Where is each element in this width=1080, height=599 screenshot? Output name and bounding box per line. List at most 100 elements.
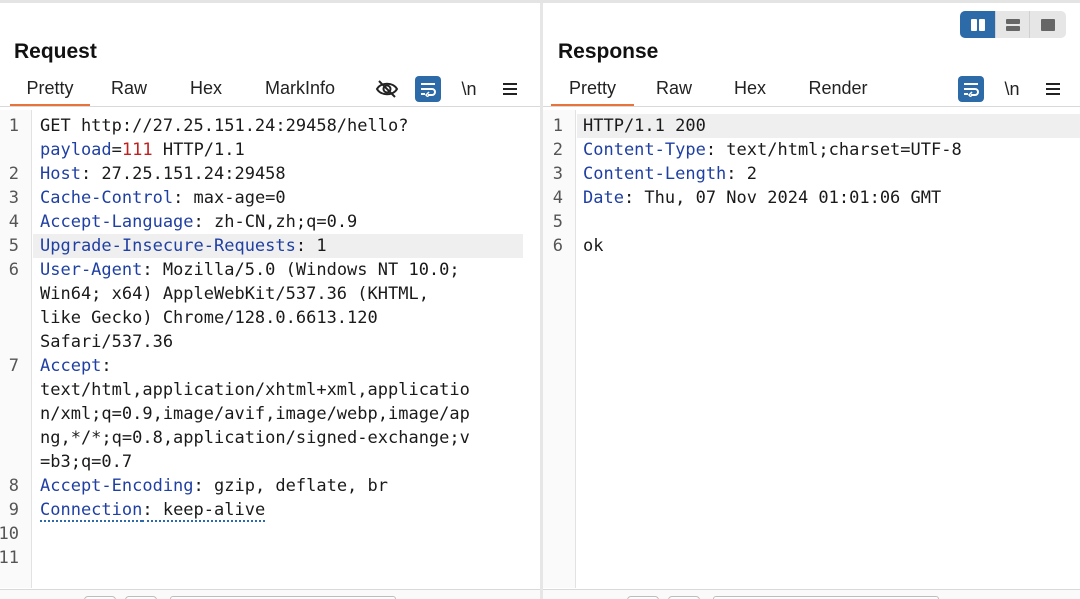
code-token: text/html,application/xhtml+xml,applicat… [40,380,470,400]
response-search-bar [543,590,1080,599]
request-tab-hex[interactable]: Hex [180,73,232,107]
request-code-line: text/html,application/xhtml+xml,applicat… [40,378,470,402]
code-token: : gzip, deflate, br [193,476,388,496]
code-token: Win64; x64) AppleWebKit/537.36 (KHTML, [40,284,429,304]
request-tab-divider [0,106,540,107]
code-token: Accept [40,356,102,376]
request-code[interactable]: GET http://27.25.151.24:29458/hello? payl… [40,114,470,570]
code-token: Content-Length [583,164,727,184]
request-line-number: 1 [8,116,19,136]
request-tab-markinfo[interactable]: MarkInfo [256,73,344,107]
request-code-line: =b3;q=0.7 [40,450,470,474]
response-code[interactable]: HTTP/1.1 200 Content-Type: text/html;char… [583,114,962,258]
request-line-number: 4 [8,212,19,232]
request-line-number: 8 [8,476,19,496]
request-code-line [40,522,470,546]
word-wrap-icon [421,83,436,97]
request-line-number: 6 [8,260,19,280]
code-token: User-Agent [40,260,143,280]
response-tab-pretty[interactable]: Pretty [551,73,634,107]
response-tab-divider [543,106,1080,107]
code-token: : max-age=0 [173,188,286,208]
response-tab-raw[interactable]: Raw [647,73,701,107]
request-code-line: Upgrade-Insecure-Requests: 1 [40,234,470,258]
code-token: =b3;q=0.7 [40,452,133,472]
response-word-wrap-button[interactable] [958,76,984,102]
code-token: Host [40,164,81,184]
request-line-number: 10 [0,524,19,544]
request-line-number: 11 [0,548,19,568]
response-tab-hex[interactable]: Hex [724,73,776,107]
code-token: Accept-Language [40,212,194,232]
request-code-line: Cache-Control: max-age=0 [40,186,470,210]
code-token: : zh-CN,zh;q=0.9 [193,212,358,232]
code-token: Date [583,188,624,208]
response-code-line: Date: Thu, 07 Nov 2024 01:01:06 GMT [583,186,962,210]
code-token: Cache-Control [40,188,174,208]
request-code-line: User-Agent: Mozilla/5.0 (Windows NT 10.0… [40,258,470,282]
code-token: : text/html;charset=UTF-8 [705,140,962,160]
request-code-line: ng,*/*;q=0.8,application/signed-exchange… [40,426,470,450]
code-token: 111 [121,140,153,160]
response-editor[interactable]: 123456 HTTP/1.1 200 Content-Type: text/ht… [543,110,1080,588]
request-code-line [40,546,470,570]
request-panel: Request Pretty Raw Hex MarkInfo \n 1 2 3 4 5… [0,3,540,599]
eye-off-icon [375,80,399,98]
code-token: payload [40,140,112,160]
response-panel: Response Pretty Raw Hex Render \n 1 2 3 4 5 6… [543,3,1080,599]
show-newlines-button[interactable]: \n [456,76,482,102]
response-tab-render[interactable]: Render [801,73,875,107]
response-line-number: 1 [552,116,563,136]
request-code-line: GET http://27.25.151.24:29458/hello? [40,114,470,138]
code-token: Content-Type [583,140,706,160]
request-menu-button[interactable] [497,76,523,102]
request-line-number: 3 [8,188,19,208]
request-line-number: 7 [8,356,19,376]
code-token: : 27.25.151.24:29458 [80,164,286,184]
response-line-number: 4 [552,188,563,208]
response-code-line: ok [583,234,962,258]
menu-icon [1046,83,1060,95]
code-token: : 2 [726,164,758,184]
code-token: = [111,140,122,160]
code-token: HTTP/1.1 [152,140,245,160]
response-code-line: Content-Length: 2 [583,162,962,186]
code-token: Accept-Encoding [40,476,194,496]
code-token: Upgrade-Insecure-Requests [40,236,296,256]
request-line-number: 2 [8,164,19,184]
response-line-number: 6 [552,236,563,256]
request-line-number: 5 [8,236,19,256]
response-line-number: 2 [552,140,563,160]
code-token: : [101,356,112,376]
request-line-number: 9 [8,500,19,520]
response-show-newlines-button[interactable]: \n [999,76,1025,102]
response-code-line [583,210,962,234]
request-code-line: Host: 27.25.151.24:29458 [40,162,470,186]
response-line-number: 5 [552,212,563,232]
response-code-line: Content-Type: text/html;charset=UTF-8 [583,138,962,162]
code-token: : Thu, 07 Nov 2024 01:01:06 GMT [623,188,942,208]
request-editor[interactable]: 1 2 3 4 5 6 7 8 9 10 11 GET http://27.25.151.24:29… [0,110,540,588]
code-token: : keep-alive [142,500,266,522]
code-token: : Mozilla/5.0 (Windows NT 10.0; [142,260,460,280]
request-title: Request [14,40,97,63]
word-wrap-icon [964,83,979,97]
request-tab-pretty[interactable]: Pretty [10,73,90,107]
response-menu-button[interactable] [1040,76,1066,102]
code-token: GET http://27.25.151.24:29458/hello? [40,116,409,136]
code-token: ok [583,236,604,256]
request-code-line: Win64; x64) AppleWebKit/537.36 (KHTML, [40,282,470,306]
request-code-line: like Gecko) Chrome/128.0.6613.120 [40,306,470,330]
hide-nonprintable-button[interactable] [374,76,400,102]
code-token: Connection [40,500,143,522]
request-code-line: Safari/537.36 [40,330,470,354]
code-token: HTTP/1.1 200 [583,116,706,136]
code-token: n/xml;q=0.9,image/avif,image/webp,image/… [40,404,470,424]
request-code-line: Connection: keep-alive [40,498,470,522]
response-code-line: HTTP/1.1 200 [583,114,962,138]
request-tab-raw[interactable]: Raw [102,73,156,107]
word-wrap-button[interactable] [415,76,441,102]
request-code-line: payload=111 HTTP/1.1 [40,138,470,162]
request-code-line: n/xml;q=0.9,image/avif,image/webp,image/… [40,402,470,426]
request-code-line: Accept: [40,354,470,378]
